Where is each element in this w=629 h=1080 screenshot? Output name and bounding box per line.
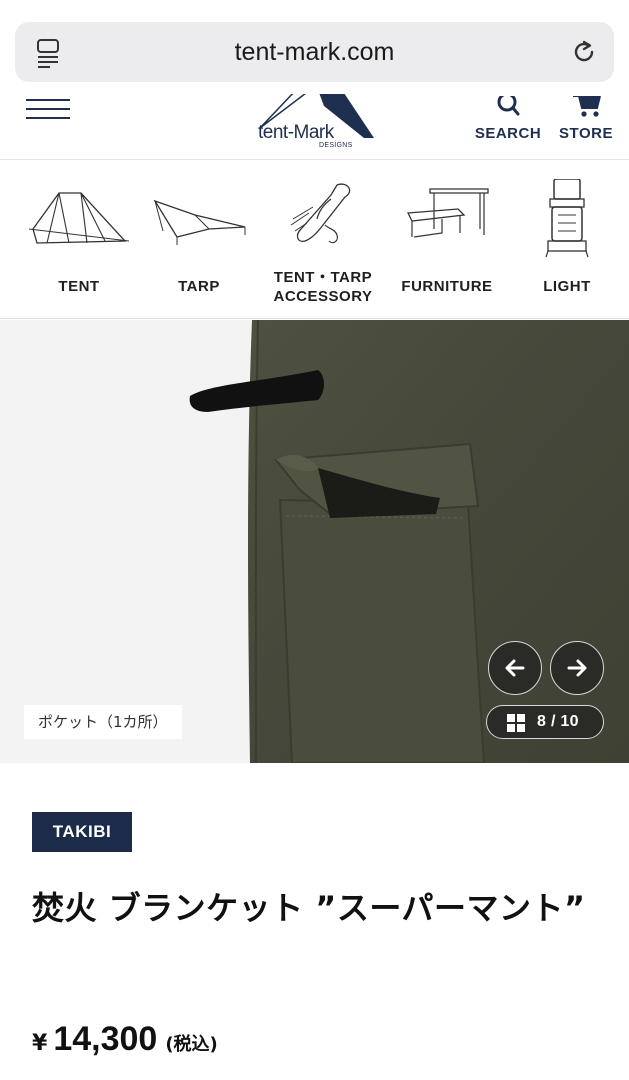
tarp-icon — [153, 199, 246, 245]
image-caption: ポケット（1カ所） — [24, 705, 182, 739]
reload-icon[interactable] — [570, 38, 598, 66]
category-tent[interactable]: TENT — [19, 161, 139, 319]
category-label-line2: ACCESSORY — [273, 288, 373, 305]
currency-symbol: ¥ — [32, 1031, 48, 1056]
price-row: ¥14,300 (税込) — [32, 1020, 218, 1070]
cart-icon — [573, 96, 601, 117]
tent-icon — [29, 192, 129, 244]
category-accessory[interactable]: TENT・TARP ACCESSORY — [263, 161, 383, 319]
category-light[interactable]: LIGHT — [507, 161, 627, 319]
category-label: TENT — [58, 278, 100, 295]
arrow-left-icon — [505, 659, 525, 677]
category-tarp[interactable]: TARP — [139, 161, 259, 319]
previous-image-button[interactable] — [488, 641, 542, 695]
accessory-icon — [290, 183, 351, 244]
furniture-icon — [406, 188, 489, 238]
address-bar[interactable]: tent-mark.com — [15, 22, 614, 82]
browser-toolbar: tent-mark.com — [0, 0, 629, 96]
product-photo[interactable] — [0, 320, 629, 763]
image-counter-button[interactable]: 8 / 10 — [486, 705, 604, 739]
category-label: TENT・TARP ACCESSORY — [263, 268, 383, 306]
category-label: LIGHT — [543, 278, 591, 295]
arrow-right-icon — [567, 659, 587, 677]
brand-badge[interactable]: TAKIBI — [32, 812, 132, 852]
category-furniture[interactable]: FURNITURE — [387, 161, 507, 319]
lantern-icon — [545, 179, 589, 258]
product-title: 焚火 ブランケット ”スーパーマント” — [32, 889, 586, 927]
brand-logo-text[interactable]: tent-Mark — [258, 122, 334, 144]
search-label: SEARCH — [474, 125, 542, 142]
image-counter-text: 8 / 10 — [537, 713, 579, 730]
search-icon — [497, 96, 520, 116]
site-header: tent-Mark DESIGNS SEARCH STORE — [0, 94, 629, 160]
next-image-button[interactable] — [550, 641, 604, 695]
category-label: FURNITURE — [401, 278, 493, 295]
price-value: 14,300 — [53, 1020, 158, 1058]
store-label: STORE — [559, 125, 613, 142]
search-button[interactable]: SEARCH — [470, 96, 546, 146]
category-label: TARP — [178, 278, 220, 295]
grid-icon — [507, 714, 525, 732]
brand-logo-subtext: DESIGNS — [319, 142, 353, 149]
store-button[interactable]: STORE — [554, 96, 618, 146]
category-label-line1: TENT・TARP — [273, 269, 373, 286]
menu-icon[interactable] — [26, 99, 70, 121]
product-image-gallery[interactable]: ポケット（1カ所） 8 / 10 — [0, 320, 629, 763]
category-nav: TENT TARP TENT・TARP ACCESSORY FURNITURE — [0, 161, 629, 319]
url-text[interactable]: tent-mark.com — [15, 38, 614, 67]
tax-note: (税込) — [165, 1034, 218, 1055]
